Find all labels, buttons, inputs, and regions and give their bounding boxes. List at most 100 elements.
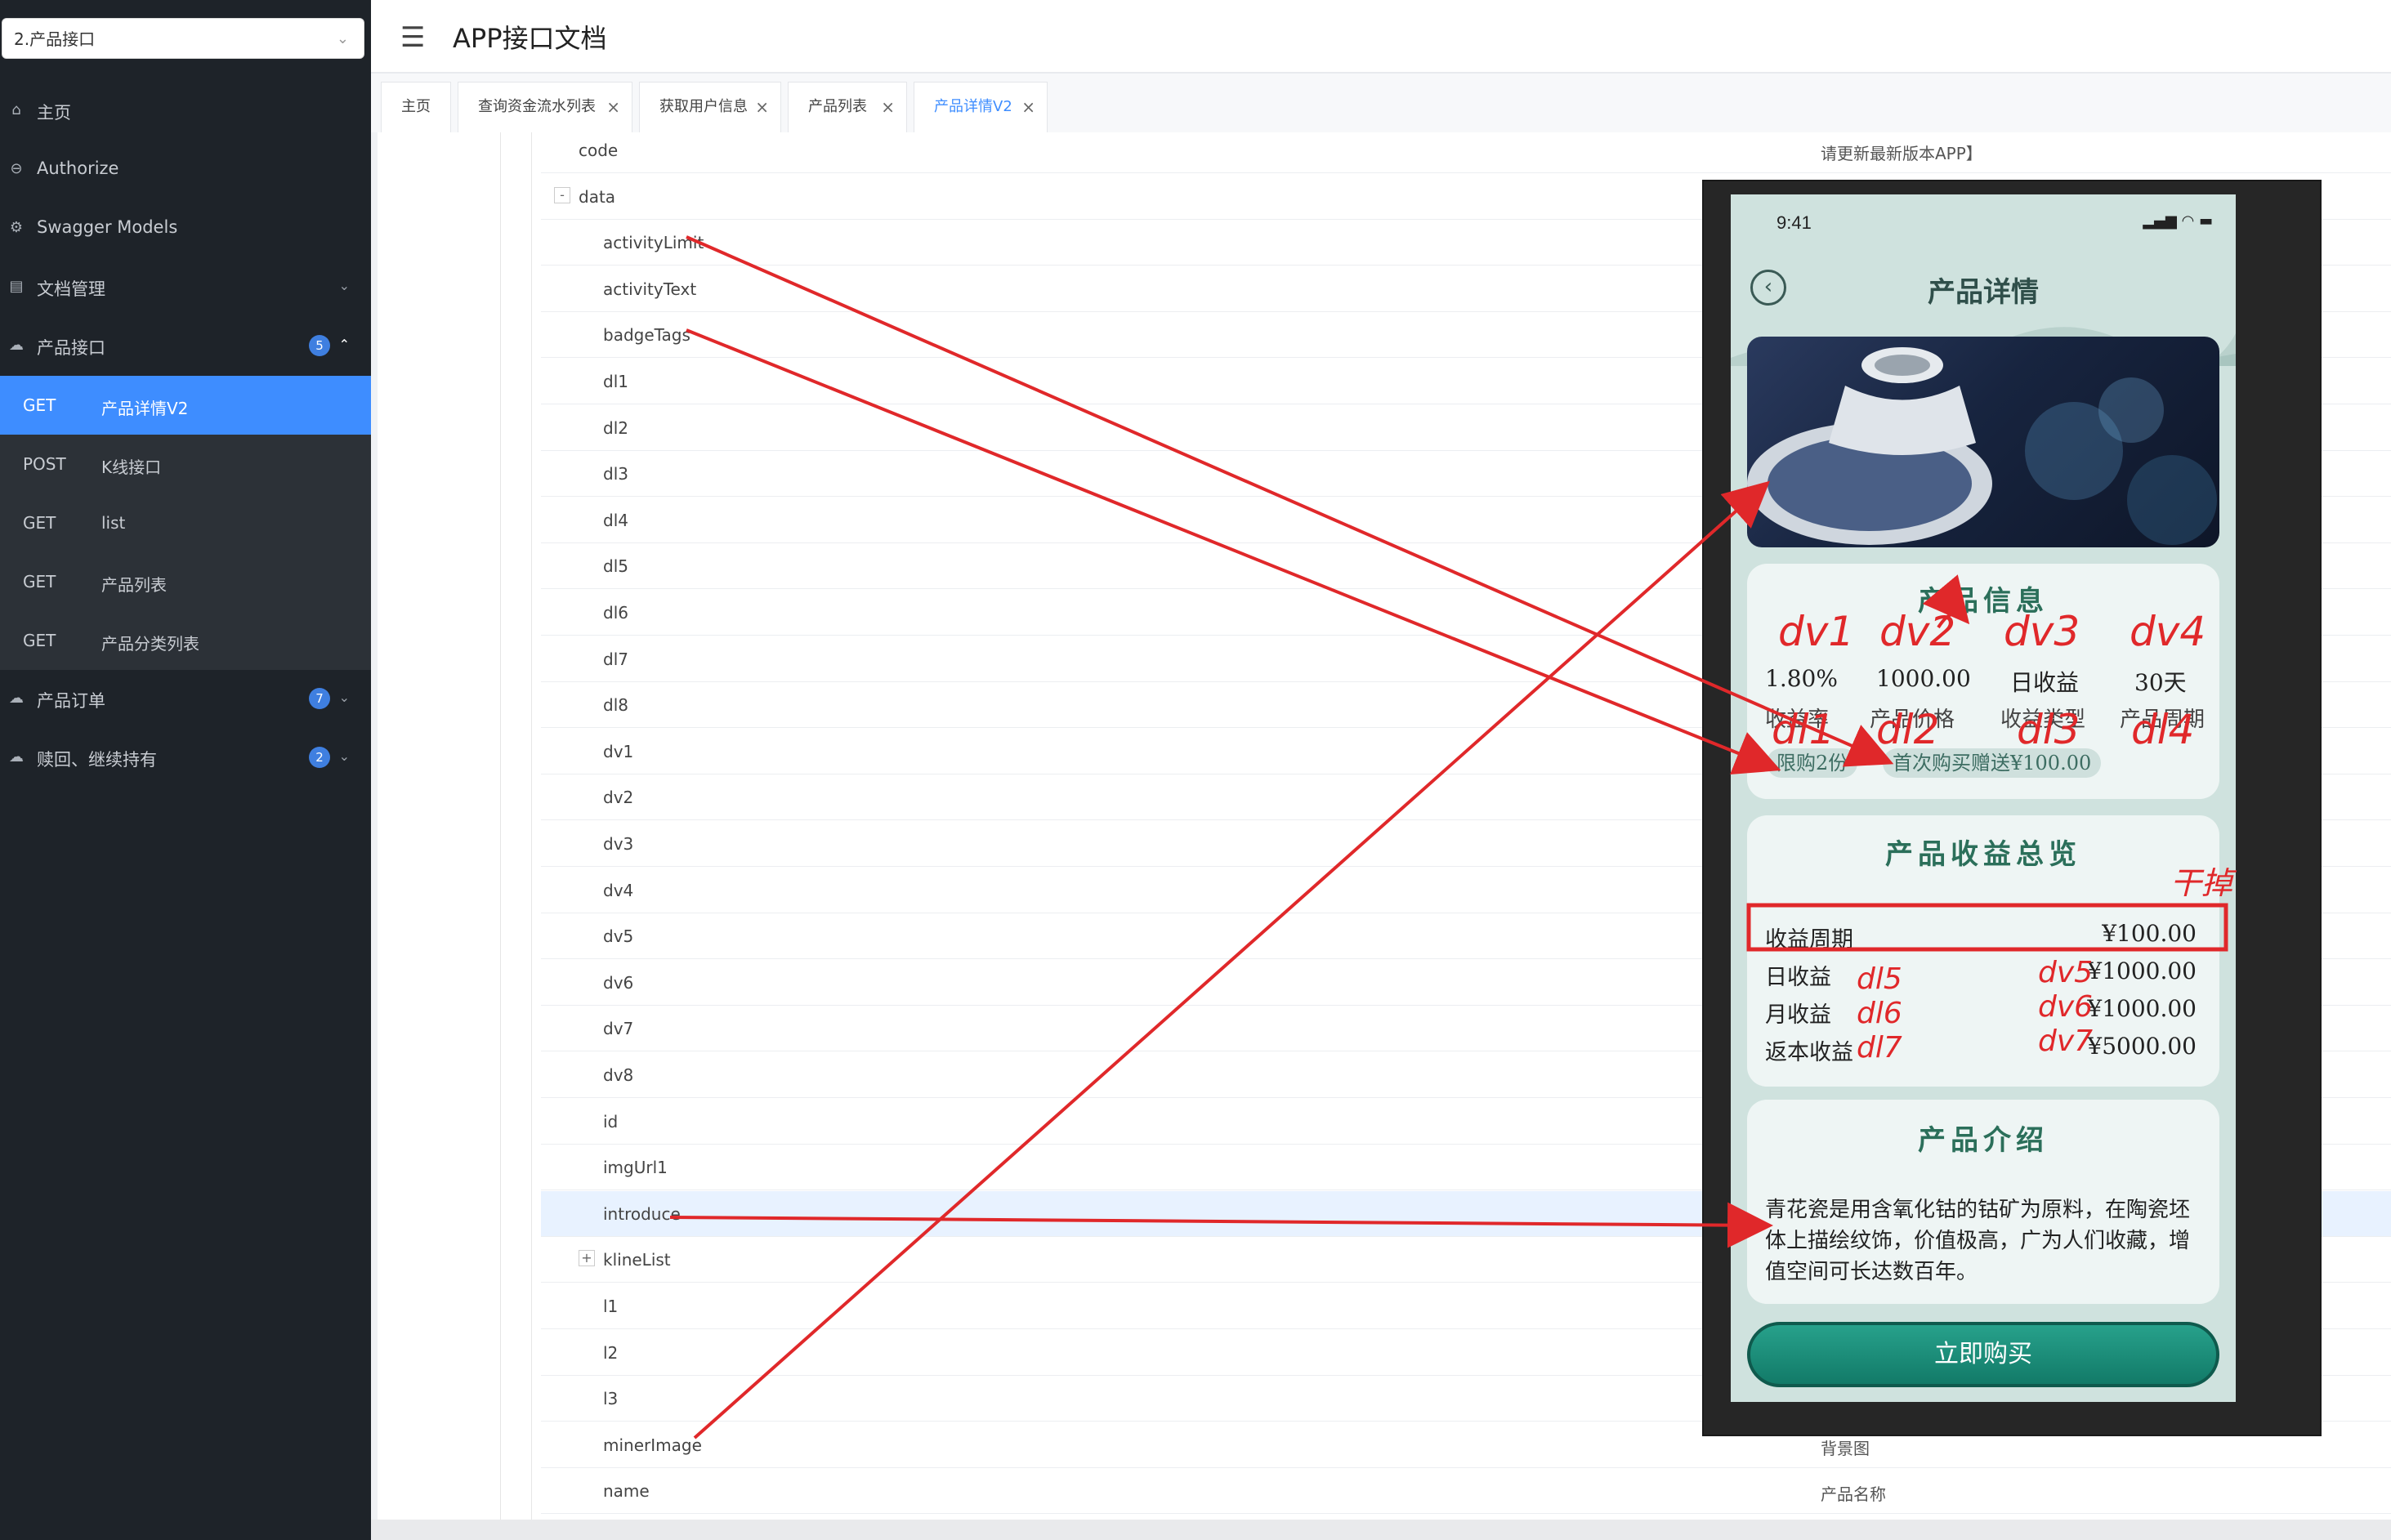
- annotation-label: dv6: [2038, 990, 2094, 1024]
- annotation-label: dl3: [2017, 706, 2080, 753]
- close-icon[interactable]: ×: [881, 83, 895, 132]
- tab-label: 主页: [401, 98, 431, 115]
- info-value: 30天: [2134, 669, 2187, 696]
- card-title: 产品收益总览: [1885, 838, 2081, 871]
- tab-user-info[interactable]: 获取用户信息 ×: [639, 82, 781, 132]
- annotation-label: dl5: [1857, 962, 1902, 996]
- param-name: dl5: [603, 556, 628, 577]
- tab-label: 获取用户信息: [659, 98, 748, 115]
- sidebar-item-label: 主页: [37, 103, 71, 123]
- param-description: 产品名称: [1821, 1484, 1886, 1505]
- annotation-label: dv4: [2130, 608, 2206, 655]
- param-name: dl3: [603, 464, 628, 484]
- param-name: dv2: [603, 788, 634, 808]
- sidebar-item-redeem[interactable]: ☁ 赎回、继续持有 2 ⌄: [0, 729, 371, 786]
- param-name: l1: [603, 1297, 619, 1316]
- param-name: dv4: [603, 880, 634, 900]
- param-name: dl2: [603, 417, 628, 438]
- sidebar-item-authorize[interactable]: ⊖ Authorize: [0, 141, 371, 198]
- card-title: 产品介绍: [1918, 1124, 2049, 1157]
- sidebar-item-label: 产品接口: [37, 338, 105, 358]
- signal-wifi-battery-icon: ▂▄▆ ◠ ▬: [2143, 212, 2213, 230]
- earn-value: ¥100.00: [2102, 920, 2197, 947]
- annotation-label: 干掉: [2170, 865, 2233, 901]
- sidebar-item-label: Authorize: [37, 158, 119, 178]
- submenu-item-kline[interactable]: POST K线接口: [0, 435, 371, 493]
- collapse-icon[interactable]: -: [554, 186, 570, 203]
- submenu-item-product-detail-v2[interactable]: GET 产品详情V2: [0, 376, 371, 435]
- phone-mockup: 9:41 ▂▄▆ ◠ ▬ ‹ 产品详情 产品信息 1.80% 收益率 1000.…: [1731, 194, 2236, 1402]
- http-method: GET: [23, 572, 56, 591]
- earn-label: 返本收益: [1765, 1040, 1853, 1065]
- param-name: dl4: [603, 510, 628, 530]
- horizontal-scrollbar[interactable]: [371, 1520, 2391, 1540]
- sidebar-item-label: Swagger Models: [37, 217, 178, 237]
- intro-text: 青花瓷是用含氧化钴的钴矿为原料，在陶瓷坯体上描绘纹饰，价值极高，广为人们收藏，增…: [1765, 1198, 2191, 1284]
- sidebar-item-product-api[interactable]: ☁ 产品接口 5 ⌃: [0, 317, 371, 374]
- product-api-submenu: GET 产品详情V2 POST K线接口 GET list GET 产品列表 G…: [0, 376, 371, 670]
- annotation-label: dv3: [2004, 608, 2080, 655]
- sidebar-item-swagger-models[interactable]: ⚙ Swagger Models: [0, 199, 371, 257]
- table-row: code 请更新最新版本APP】: [541, 127, 2391, 173]
- param-name: name: [603, 1481, 650, 1502]
- api-name: 产品分类列表: [101, 634, 199, 654]
- param-name: dl8: [603, 695, 628, 716]
- sidebar-item-doc-management[interactable]: ▤ 文档管理 ⌄: [0, 258, 371, 315]
- param-name: data: [579, 186, 616, 207]
- expand-icon[interactable]: +: [579, 1250, 595, 1267]
- project-select[interactable]: 2.产品接口 ⌄: [2, 18, 364, 59]
- status-time: 9:41: [1776, 212, 1812, 233]
- earn-label: 月收益: [1765, 1002, 1831, 1028]
- tab-product-list[interactable]: 产品列表 ×: [788, 82, 907, 132]
- submenu-item-product-list[interactable]: GET 产品列表: [0, 552, 371, 611]
- earn-label: 收益周期: [1765, 927, 1853, 953]
- tab-fund-flow-list[interactable]: 查询资金流水列表 ×: [458, 82, 632, 132]
- param-name: l2: [603, 1342, 619, 1363]
- column-divider: [531, 132, 532, 1521]
- annotation-label: dl1: [1772, 706, 1835, 753]
- param-name: dv7: [603, 1019, 634, 1039]
- annotation-label: dv2: [1879, 608, 1956, 655]
- earn-value: ¥1000.00: [2087, 957, 2197, 984]
- gear-icon: ⚙: [9, 219, 24, 236]
- submenu-item-product-category-list[interactable]: GET 产品分类列表: [0, 611, 371, 670]
- earn-label: 日收益: [1765, 965, 1831, 990]
- doc-icon: ▤: [9, 278, 24, 295]
- tab-label: 产品详情V2: [934, 98, 1012, 115]
- cloud-icon: ☁: [9, 748, 24, 766]
- http-method: GET: [23, 631, 56, 650]
- column-divider: [500, 132, 501, 1521]
- tab-label: 查询资金流水列表: [478, 98, 596, 115]
- sidebar-item-label: 赎回、继续持有: [37, 750, 157, 770]
- close-icon[interactable]: ×: [755, 83, 769, 132]
- close-icon[interactable]: ×: [606, 83, 620, 132]
- home-icon: ⌂: [11, 101, 21, 118]
- param-name: minerImage: [603, 1435, 702, 1455]
- menu-fold-icon[interactable]: ☰: [400, 21, 425, 54]
- count-badge: 7: [309, 688, 330, 709]
- tab-bar: 主页 查询资金流水列表 × 获取用户信息 × 产品列表 × 产品详情V2 ×: [371, 74, 2391, 132]
- close-icon[interactable]: ×: [1021, 83, 1035, 132]
- param-name: activityText: [603, 279, 697, 299]
- info-value: 日收益: [2010, 669, 2080, 696]
- table-row: name 产品名称: [541, 1468, 2391, 1515]
- sidebar-item-home[interactable]: ⌂ 主页: [0, 82, 371, 139]
- param-name: introduce: [603, 1203, 681, 1224]
- param-name: dl1: [603, 372, 628, 391]
- earn-value: ¥5000.00: [2087, 1033, 2197, 1060]
- tab-home[interactable]: 主页: [381, 82, 451, 132]
- param-name: dv5: [603, 926, 634, 947]
- param-name: dv8: [603, 1065, 634, 1085]
- sidebar-item-label: 产品订单: [37, 691, 105, 711]
- porcelain-jar-image: [1747, 347, 2217, 545]
- param-name: activityLimit: [603, 233, 704, 253]
- buy-now-button[interactable]: 立即购买: [1747, 1322, 2219, 1387]
- chevron-down-icon: ⌄: [336, 30, 349, 47]
- annotation-label: dv7: [2038, 1024, 2094, 1058]
- earnings-overview-card: 产品收益总览 收益周期 ¥100.00 日收益 ¥1000.00 月收益 ¥10…: [1747, 815, 2219, 1087]
- param-description: 请更新最新版本APP】: [1821, 144, 1982, 163]
- sidebar-item-product-orders[interactable]: ☁ 产品订单 7 ⌄: [0, 670, 371, 727]
- sidebar-item-label: 文档管理: [37, 279, 105, 299]
- submenu-item-list[interactable]: GET list: [0, 493, 371, 552]
- tab-product-detail-v2[interactable]: 产品详情V2 ×: [914, 82, 1048, 132]
